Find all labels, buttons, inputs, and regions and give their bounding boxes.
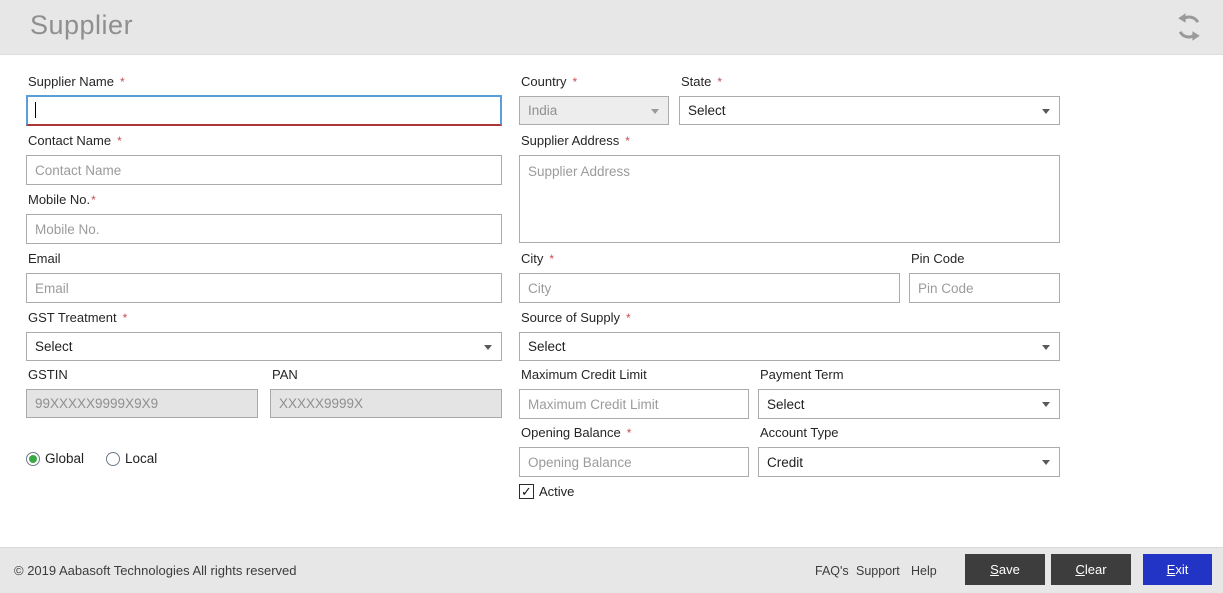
country-label: Country * — [521, 74, 578, 89]
email-input[interactable] — [26, 273, 502, 303]
footer-link-faqs[interactable]: FAQ's — [815, 564, 849, 578]
opening-balance-label: Opening Balance * — [521, 425, 632, 440]
supplier-name-input[interactable] — [28, 97, 500, 124]
pan-input — [270, 389, 502, 418]
chevron-down-icon — [484, 344, 492, 350]
save-button[interactable]: Save — [965, 554, 1045, 585]
radio-unselected-icon — [106, 451, 121, 466]
maximum-credit-limit-input[interactable] — [519, 389, 749, 419]
pan-label: PAN — [272, 367, 298, 382]
footer-bar: © 2019 Aabasoft Technologies All rights … — [0, 547, 1223, 593]
mobile-no-label: Mobile No.* — [28, 192, 96, 207]
source-of-supply-label: Source of Supply * — [521, 310, 631, 325]
gstin-input — [26, 389, 258, 418]
state-label: State * — [681, 74, 723, 89]
state-dropdown[interactable]: Select — [679, 96, 1060, 125]
mobile-no-input[interactable] — [26, 214, 502, 244]
chevron-down-icon — [1042, 460, 1050, 465]
pin-code-label: Pin Code — [911, 251, 965, 266]
city-label: City * — [521, 251, 555, 266]
text-caret — [35, 102, 36, 118]
email-label: Email — [28, 251, 61, 266]
page-title: Supplier — [30, 10, 134, 40]
chevron-down-icon — [1042, 344, 1050, 350]
supplier-address-label: Supplier Address * — [521, 133, 630, 148]
maximum-credit-limit-label: Maximum Credit Limit — [521, 367, 647, 382]
clear-button[interactable]: Clear — [1051, 554, 1131, 585]
city-input[interactable] — [519, 273, 900, 303]
checkbox-checked-icon[interactable]: ✓ — [519, 484, 534, 499]
supplier-address-textarea[interactable] — [519, 155, 1060, 243]
supplier-name-field-wrapper — [26, 95, 502, 126]
payment-term-dropdown[interactable]: Select — [758, 389, 1060, 419]
payment-term-label: Payment Term — [760, 367, 844, 382]
refresh-icon[interactable] — [1173, 11, 1205, 43]
radio-selected-icon — [26, 451, 40, 466]
account-type-dropdown[interactable]: Credit — [758, 447, 1060, 477]
gstin-label: GSTIN — [28, 367, 68, 382]
active-checkbox-row[interactable]: ✓ Active — [519, 484, 574, 499]
radio-local[interactable]: Local — [106, 451, 157, 466]
gst-treatment-dropdown[interactable]: Select — [26, 332, 502, 361]
chevron-down-icon — [1042, 402, 1050, 407]
exit-button[interactable]: Exit — [1143, 554, 1212, 585]
country-dropdown: India — [519, 96, 669, 125]
contact-name-input[interactable] — [26, 155, 502, 185]
copyright-text: © 2019 Aabasoft Technologies All rights … — [14, 563, 297, 578]
footer-link-help[interactable]: Help — [911, 564, 937, 578]
chevron-down-icon — [651, 108, 659, 114]
scope-radio-group: Global Local — [26, 451, 157, 466]
supplier-name-label: Supplier Name * — [28, 74, 125, 89]
opening-balance-input[interactable] — [519, 447, 749, 477]
chevron-down-icon — [1042, 108, 1050, 114]
account-type-label: Account Type — [760, 425, 839, 440]
pin-code-input[interactable] — [909, 273, 1060, 303]
footer-link-support[interactable]: Support — [856, 564, 900, 578]
contact-name-label: Contact Name * — [28, 133, 122, 148]
gst-treatment-label: GST Treatment * — [28, 310, 128, 325]
source-of-supply-dropdown[interactable]: Select — [519, 332, 1060, 361]
radio-global[interactable]: Global — [26, 451, 84, 466]
supplier-form-window: Supplier Supplier Name* Contact Name* Mo… — [0, 0, 1223, 593]
header-bar: Supplier — [0, 0, 1223, 55]
